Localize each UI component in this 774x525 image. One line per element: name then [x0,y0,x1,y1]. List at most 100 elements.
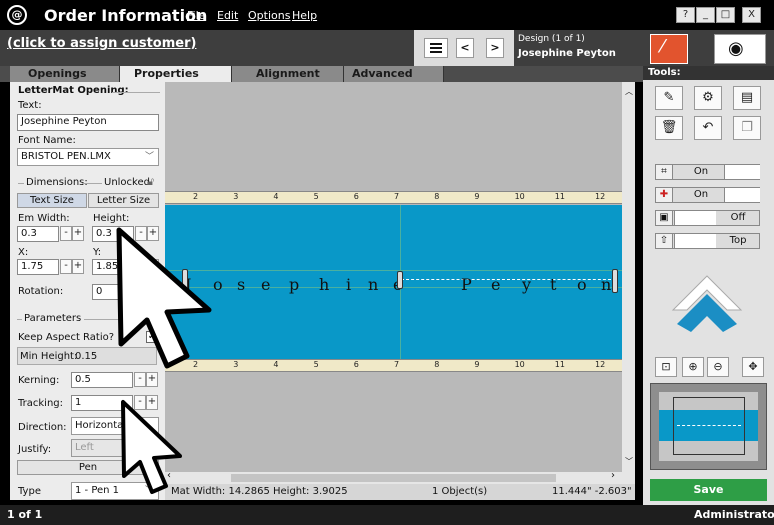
dimensions-label: Dimensions: [26,177,88,188]
menu-edit[interactable]: Edit [217,9,238,22]
menu-file[interactable]: File [187,9,205,22]
crosshair-icon: ✚ [656,188,673,202]
design-edit-button[interactable]: ⁄ [650,34,688,64]
letter-size-button[interactable]: Letter Size [88,193,159,208]
horizontal-scrollbar[interactable]: ‹ › [165,470,635,484]
cursor-pointer-icon [116,227,212,369]
unlock-icon[interactable]: 🔓︎ [147,175,154,189]
tools-header: Tools: [643,66,774,80]
canvas-letter[interactable]: e [491,275,500,294]
zoom-fit-icon[interactable]: ⊡ [655,357,677,377]
preview-button[interactable]: ◉ [714,34,766,64]
gear-icon[interactable]: ⚙ [694,86,722,110]
page-indicator: 1 of 1 [7,508,43,521]
tab-advanced[interactable]: Advanced [344,66,444,82]
frame-icon: ▣ [656,211,673,225]
pencil-icon[interactable]: ✎ [655,86,683,110]
cursor-pointer-icon [121,400,182,494]
eye-icon: ◉ [728,38,744,59]
ruler-tick-label: 4 [273,192,279,201]
ruler-tick-label: 5 [313,360,319,369]
text-size-button[interactable]: Text Size [17,193,87,208]
ruler-tick-label: 10 [514,192,525,201]
canvas-letter[interactable]: s [237,275,245,294]
canvas-letter[interactable]: p [289,275,299,294]
em-width-decrement[interactable]: - [60,226,72,241]
ruler-tick-label: 9 [474,192,480,201]
chevron-left-icon: < [460,41,470,54]
tab-openings[interactable]: Openings [10,66,120,82]
type-label: Type [18,486,41,497]
min-height-label: Min Height: [20,351,78,362]
tab-alignment[interactable]: Alignment [232,66,344,82]
toggle-position[interactable]: ⇧ Top [655,233,760,249]
app-title: Order Information [44,6,208,25]
ruler-tick-label: 5 [313,192,319,201]
text-input[interactable]: Josephine Peyton [17,114,159,131]
canvas-letter[interactable]: t [550,275,556,294]
direction-label: Direction: [18,422,67,433]
chevron-right-icon[interactable]: › [611,470,615,481]
x-increment[interactable]: + [72,259,84,274]
scroll-thumb[interactable] [231,474,556,482]
preview-thumbnail[interactable] [650,383,767,470]
ruler-tick-label: 6 [353,360,359,369]
design-name: Josephine Peyton [518,48,616,59]
x-decrement[interactable]: - [60,259,72,274]
ruler-tick-label: 10 [514,360,525,369]
chevron-down-icon[interactable]: ﹀ [625,456,633,467]
canvas-letter[interactable]: n [601,275,611,294]
canvas-letter[interactable]: y [522,275,531,294]
nudge-up-icon[interactable] [671,272,743,342]
object-count: 1 Object(s) [432,486,488,497]
canvas-letter[interactable]: i [346,275,351,294]
grid-icon: ⌗ [656,165,673,179]
toggle-grid[interactable]: ⌗ On [655,164,760,180]
next-design-button[interactable]: > [486,38,504,58]
trash-icon[interactable]: 🗑︎ [655,116,683,140]
assign-customer-link[interactable]: (click to assign customer) [7,36,196,51]
layers-icon[interactable]: ❐ [733,116,761,140]
canvas-letter[interactable]: e [261,275,270,294]
canvas-letter[interactable]: o [577,275,587,294]
zoom-in-icon[interactable]: ⊕ [682,357,704,377]
chevron-down-icon: ﹀ [144,152,154,162]
ruler-tick-label: 2 [193,192,199,201]
parameters-label: Parameters [24,313,82,324]
canvas-letter[interactable]: h [319,275,329,294]
ruler-icon[interactable]: ▤ [733,86,761,110]
ruler-tick-label: 6 [353,192,359,201]
ruler-tick-label: 12 [595,360,606,369]
toggle-crosshair[interactable]: ✚ On [655,187,760,203]
menu-help[interactable]: Help [292,9,317,22]
chevron-up-icon[interactable]: ︿ [625,86,633,97]
undo-icon[interactable]: ↶ [694,116,722,140]
y-label: Y: [93,247,102,258]
pen-icon: ⁄ [661,36,665,57]
font-select[interactable]: BRISTOL PEN.LMX ﹀ [17,148,159,166]
maximize-button[interactable]: □ [716,7,735,23]
chevron-right-icon: > [490,41,500,54]
ruler-tick-label: 11 [554,192,565,201]
em-width-increment[interactable]: + [72,226,84,241]
x-input[interactable]: 1.75 [17,259,59,275]
canvas-letter[interactable]: n [368,275,378,294]
save-button[interactable]: Save [650,479,767,501]
hamburger-menu-button[interactable] [424,38,448,58]
tab-properties[interactable]: Properties [120,66,232,82]
help-window-button[interactable]: ? [676,7,695,23]
canvas-letter[interactable]: P [461,275,472,294]
close-button[interactable]: X [742,7,761,23]
resize-handle[interactable] [612,269,618,293]
zoom-center-icon[interactable]: ✥ [742,357,764,377]
previous-design-button[interactable]: < [456,38,474,58]
vertical-scrollbar[interactable]: ︿ ﹀ [622,82,635,472]
minimize-button[interactable]: _ [696,7,715,23]
x-label: X: [18,247,29,258]
min-height-value: 0.15 [75,351,98,362]
zoom-out-icon[interactable]: ⊖ [707,357,729,377]
toggle-frame[interactable]: ▣ Off [655,210,760,226]
resize-handle[interactable] [397,271,403,289]
menu-options[interactable]: Options [248,9,290,22]
em-width-input[interactable]: 0.3 [17,226,59,242]
